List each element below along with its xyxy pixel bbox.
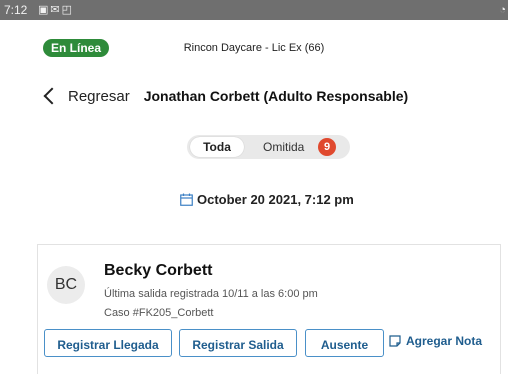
case-number: Caso #FK205_Corbett	[104, 307, 214, 319]
screenshot-icon: ◰	[61, 4, 75, 16]
image-icon: ▣	[38, 4, 51, 16]
last-checkout-text: Última salida registrada 10/11 a las 6:0…	[104, 288, 318, 300]
status-icons: ▣✉◰	[38, 0, 74, 20]
mail-icon: ✉	[50, 4, 62, 16]
absent-button[interactable]: Ausente	[305, 329, 384, 357]
filter-segmented-control: Toda Omitida 9	[187, 135, 350, 159]
note-icon	[389, 335, 401, 347]
page-title: Jonathan Corbett (Adulto Responsable)	[143, 88, 409, 104]
status-time: 7:12	[4, 3, 28, 17]
chevron-left-icon[interactable]	[43, 87, 61, 105]
add-note-button[interactable]: Agregar Nota	[389, 334, 482, 348]
tab-all[interactable]: Toda	[190, 137, 244, 157]
omitted-count-badge: 9	[318, 138, 336, 156]
date-display[interactable]: October 20 2021, 7:12 pm	[180, 192, 354, 207]
tab-omitted[interactable]: Omitida	[263, 137, 304, 157]
add-note-label: Agregar Nota	[406, 334, 483, 348]
check-out-button[interactable]: Registrar Salida	[179, 329, 297, 357]
back-navigation: Regresar Jonathan Corbett (Adulto Respon…	[42, 85, 408, 107]
back-button[interactable]: Regresar	[68, 88, 130, 105]
status-bar: 7:12 ▣✉◰ ◔	[0, 0, 508, 20]
date-text: October 20 2021, 7:12 pm	[197, 192, 354, 207]
check-in-button[interactable]: Registrar Llegada	[44, 329, 172, 357]
daycare-title: Rincon Daycare - Lic Ex (66)	[183, 42, 325, 54]
child-name: Becky Corbett	[104, 262, 213, 279]
calendar-icon	[180, 193, 193, 206]
avatar: BC	[47, 266, 85, 304]
wifi-icon: ◔	[499, 4, 506, 16]
